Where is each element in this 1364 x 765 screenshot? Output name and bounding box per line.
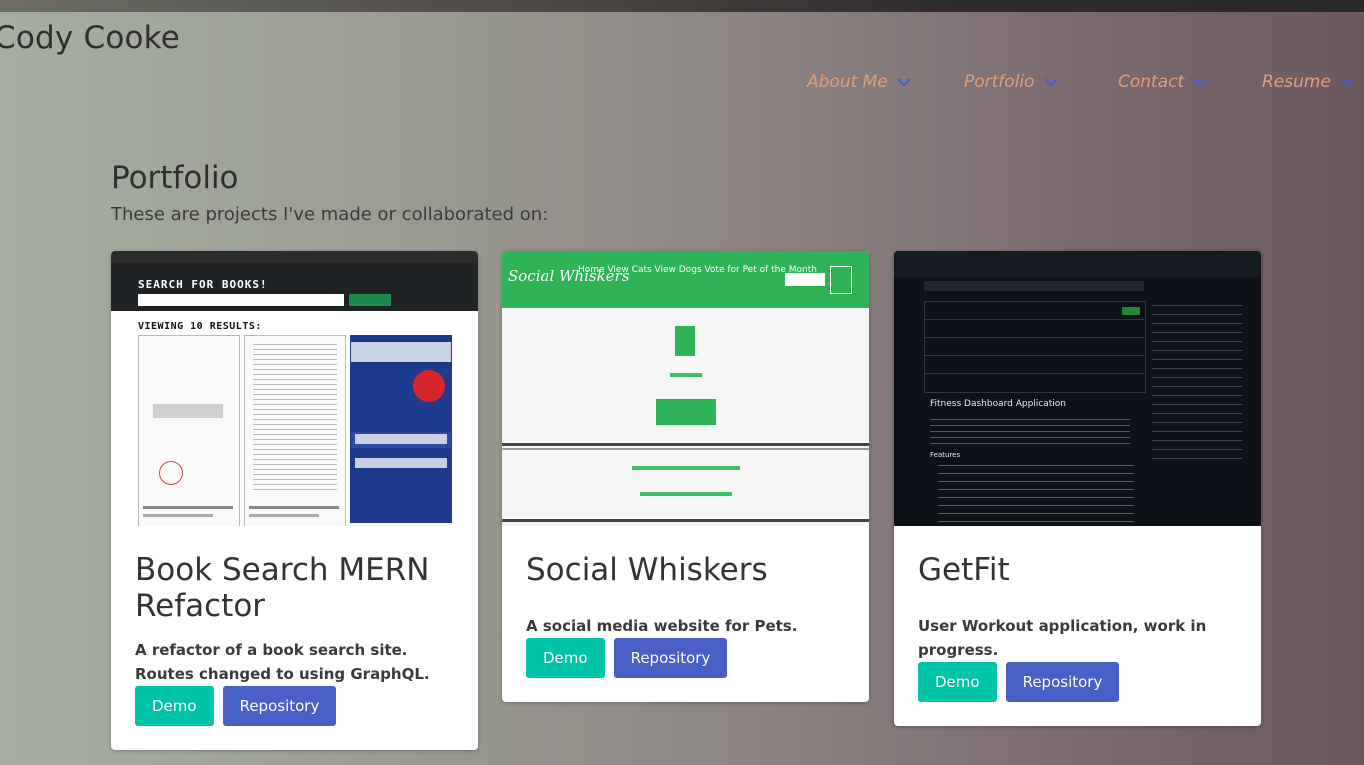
screenshot-features: Features (930, 451, 961, 459)
project-title: GetFit (918, 552, 1010, 588)
project-screenshot: SEARCH FOR BOOKS! VIEWING 10 RESULTS: (111, 251, 478, 526)
page-title: Portfolio (111, 160, 239, 196)
project-title: Social Whiskers (526, 552, 768, 588)
project-screenshot: Social Whiskers Home View Cats View Dogs… (502, 251, 869, 526)
screenshot-readme-title: Fitness Dashboard Application (930, 399, 1067, 409)
nav-item-label: About Me (807, 72, 888, 92)
nav-item-about-me[interactable]: About Me (807, 72, 912, 92)
repository-button[interactable]: Repository (1005, 662, 1120, 702)
project-card-getfit: Fitness Dashboard Application Features G… (894, 251, 1261, 726)
nav-item-label: Portfolio (964, 72, 1035, 92)
chevron-down-icon (1340, 78, 1354, 87)
demo-button[interactable]: Demo (135, 686, 214, 726)
nav-item-label: Contact (1118, 72, 1185, 92)
demo-button[interactable]: Demo (918, 662, 997, 702)
demo-button[interactable]: Demo (526, 638, 605, 678)
repository-button[interactable]: Repository (613, 638, 728, 678)
nav-item-portfolio[interactable]: Portfolio (964, 72, 1059, 92)
page-subtitle: These are projects I've made or collabor… (111, 204, 549, 225)
screenshot-heading: SEARCH FOR BOOKS! (138, 278, 268, 291)
screenshot-results: VIEWING 10 RESULTS: (138, 321, 262, 332)
project-description: A social media website for Pets. (526, 617, 798, 635)
screenshot-nav-links: Home View Cats View Dogs Vote for Pet of… (578, 265, 817, 275)
top-strip (0, 0, 1364, 12)
nav-item-resume[interactable]: Resume (1262, 72, 1355, 92)
project-card-social-whiskers: Social Whiskers Home View Cats View Dogs… (502, 251, 869, 702)
site-brand[interactable]: Cody Cooke (0, 20, 180, 56)
nav-item-label: Resume (1262, 72, 1331, 92)
chevron-down-icon (1043, 78, 1058, 87)
project-screenshot: Fitness Dashboard Application Features (894, 251, 1261, 526)
project-description: A refactor of a book search site. Routes… (135, 641, 430, 683)
chevron-down-icon (1193, 78, 1207, 87)
project-description: User Workout application, work in progre… (918, 617, 1207, 659)
chevron-down-icon (896, 78, 911, 87)
repository-button[interactable]: Repository (222, 686, 337, 726)
main-nav: About Me Portfolio Contact Resume (0, 72, 1364, 102)
project-title: Book Search MERN Refactor (135, 552, 430, 624)
project-card-book-search: SEARCH FOR BOOKS! VIEWING 10 RESULTS: Bo… (111, 251, 478, 750)
nav-item-contact[interactable]: Contact (1118, 72, 1208, 92)
